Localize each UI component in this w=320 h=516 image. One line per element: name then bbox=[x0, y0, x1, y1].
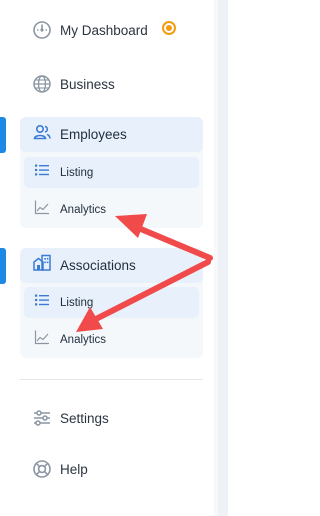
active-section-indicator bbox=[0, 248, 6, 284]
nav-label-employees: Employees bbox=[60, 127, 127, 142]
list-icon bbox=[34, 162, 50, 183]
nav-item-help[interactable]: Help bbox=[20, 449, 203, 489]
chart-line-icon bbox=[34, 329, 50, 350]
notification-indicator bbox=[162, 21, 176, 35]
nav-group-associations: Associations Listing Analytics bbox=[20, 248, 203, 358]
lifebuoy-icon bbox=[32, 459, 52, 479]
nav-label-settings: Settings bbox=[60, 410, 109, 426]
associations-listing-item[interactable]: Listing bbox=[24, 287, 199, 318]
content-edge bbox=[218, 0, 228, 516]
list-icon bbox=[34, 292, 50, 313]
globe-icon bbox=[32, 74, 52, 94]
nav-item-business[interactable]: Business bbox=[20, 64, 203, 104]
sidebar-divider bbox=[20, 379, 203, 380]
chart-line-icon bbox=[34, 199, 50, 220]
users-icon bbox=[32, 122, 52, 147]
nav-label-associations: Associations bbox=[60, 258, 136, 273]
nav-item-settings[interactable]: Settings bbox=[20, 398, 203, 438]
associations-analytics-item[interactable]: Analytics bbox=[24, 324, 199, 355]
nav-item-employees[interactable]: Employees bbox=[20, 117, 203, 152]
building-icon bbox=[32, 253, 52, 278]
nav-item-associations[interactable]: Associations bbox=[20, 248, 203, 283]
employees-listing-item[interactable]: Listing bbox=[24, 157, 199, 188]
nav-label-help: Help bbox=[60, 461, 88, 477]
dashboard-icon bbox=[32, 20, 52, 40]
nav-group-employees: Employees Listing Analytics bbox=[20, 117, 203, 228]
employees-analytics-item[interactable]: Analytics bbox=[24, 194, 199, 225]
employees-listing-label: Listing bbox=[60, 166, 94, 179]
active-section-indicator bbox=[0, 117, 6, 153]
associations-listing-label: Listing bbox=[60, 296, 94, 309]
nav-label-business: Business bbox=[60, 76, 115, 92]
nav-label-dashboard: My Dashboard bbox=[60, 22, 148, 38]
associations-analytics-label: Analytics bbox=[60, 333, 107, 346]
sliders-icon bbox=[32, 408, 52, 428]
employees-analytics-label: Analytics bbox=[60, 203, 107, 216]
